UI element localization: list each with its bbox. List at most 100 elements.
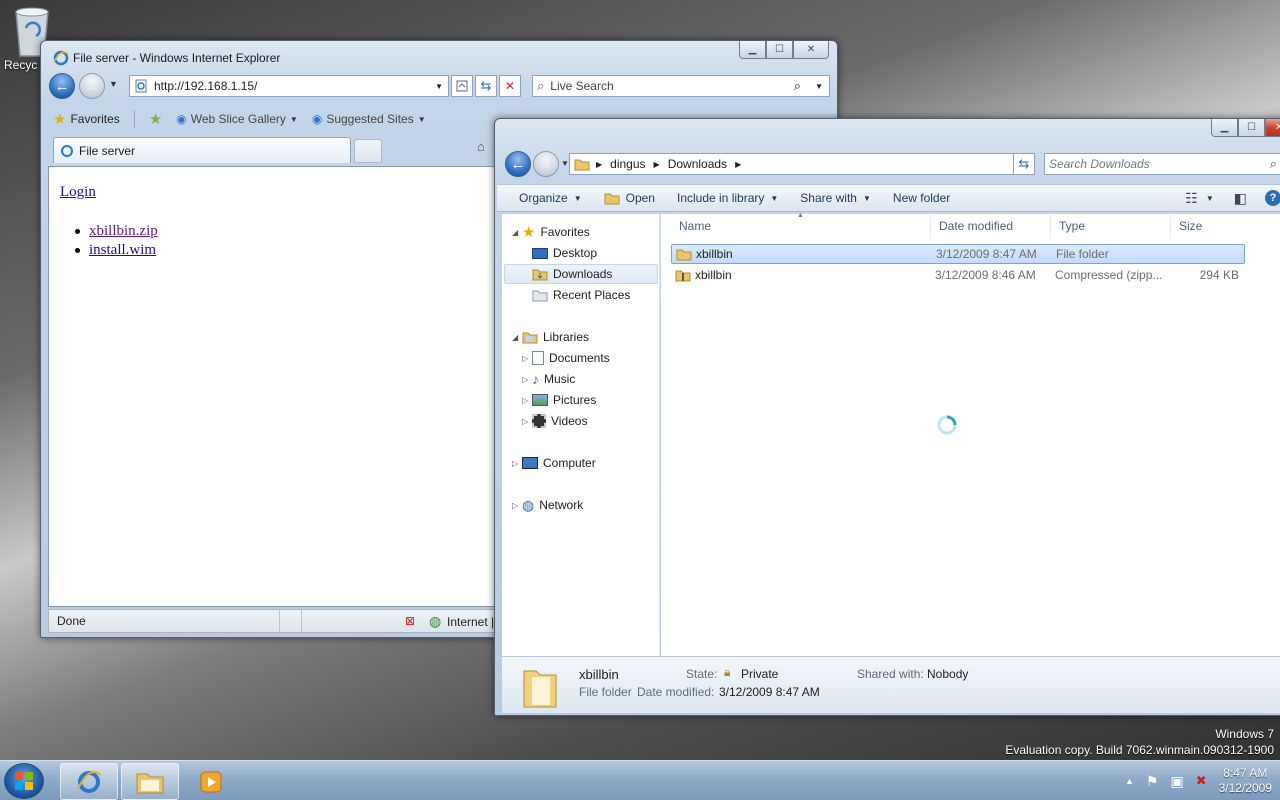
pictures-expand-icon[interactable]: ▷ bbox=[522, 396, 528, 405]
ie-maximize-button[interactable]: ☐ bbox=[766, 41, 793, 59]
music-expand-icon[interactable]: ▷ bbox=[522, 375, 528, 384]
explorer-minimize-button[interactable]: ▁ bbox=[1211, 119, 1238, 137]
media-player-icon bbox=[200, 771, 222, 792]
organize-button[interactable]: Organize ▼ bbox=[519, 191, 582, 205]
share-with-button[interactable]: Share with ▼ bbox=[800, 191, 871, 205]
explorer-maximize-button[interactable]: ☐ bbox=[1238, 119, 1265, 137]
xbillbin-zip-link[interactable]: xbillbin.zip bbox=[89, 223, 158, 240]
busy-cursor-icon bbox=[937, 415, 957, 435]
search-go-icon[interactable]: ⌕ bbox=[794, 78, 801, 94]
details-state-value: Private bbox=[741, 667, 779, 681]
ie-minimize-button[interactable]: ▁ bbox=[739, 41, 766, 59]
ie-recent-pages-chevron-icon[interactable]: ▼ bbox=[109, 79, 118, 89]
ie-tab-file-server[interactable]: File server bbox=[53, 137, 351, 163]
taskbar-media-player[interactable] bbox=[182, 763, 240, 800]
column-type-label: Type bbox=[1059, 219, 1086, 233]
documents-expand-icon[interactable]: ▷ bbox=[522, 354, 528, 363]
refresh-button[interactable]: ⇆ bbox=[475, 75, 497, 97]
details-date-label: Date modified: bbox=[637, 685, 715, 699]
nav-libraries[interactable]: Libraries bbox=[522, 327, 589, 347]
organize-dropdown-icon: ▼ bbox=[573, 193, 582, 203]
help-button[interactable]: ? bbox=[1265, 190, 1280, 206]
address-dropdown-icon[interactable]: ▼ bbox=[435, 82, 443, 91]
nav-pictures[interactable]: Pictures bbox=[532, 390, 596, 410]
recycle-bin-label: Recyc bbox=[4, 58, 38, 72]
suggested-sites-label: Suggested Sites bbox=[326, 112, 414, 126]
column-header-date-modified[interactable]: Date modified bbox=[931, 214, 1051, 238]
libraries-icon bbox=[522, 332, 538, 344]
preview-pane-button[interactable]: ◧ bbox=[1234, 190, 1247, 207]
search-provider-dropdown-icon[interactable]: ▼ bbox=[815, 82, 823, 91]
ie-search-input[interactable]: ⌕ Live Search ⌕ ▼ bbox=[532, 75, 830, 97]
nav-network[interactable]: ◍ Network bbox=[522, 495, 583, 515]
login-link[interactable]: Login bbox=[60, 184, 96, 201]
nav-downloads[interactable]: Downloads bbox=[504, 264, 658, 284]
new-folder-button[interactable]: New folder bbox=[893, 191, 950, 205]
explorer-back-button[interactable]: ← bbox=[505, 151, 531, 177]
network-icon: ◍ bbox=[522, 496, 535, 513]
show-hidden-icons-icon[interactable]: ▲ bbox=[1125, 776, 1134, 786]
ie-address-bar[interactable]: http://192.168.1.15/ ▼ bbox=[129, 75, 449, 97]
explorer-close-button[interactable]: ✕ bbox=[1265, 119, 1280, 137]
open-button[interactable]: Open bbox=[604, 191, 655, 205]
videos-expand-icon[interactable]: ▷ bbox=[522, 417, 528, 426]
nav-computer[interactable]: Computer bbox=[522, 453, 596, 473]
add-to-favorites-bar-button[interactable]: ★ bbox=[149, 110, 162, 128]
nav-downloads-label: Downloads bbox=[553, 267, 613, 281]
file-name: xbillbin bbox=[696, 247, 733, 261]
change-view-button[interactable]: ☷ ▼ bbox=[1185, 190, 1213, 207]
column-header-size[interactable]: Size bbox=[1171, 214, 1251, 238]
start-button[interactable] bbox=[4, 763, 44, 799]
nav-favorites[interactable]: ★ Favorites bbox=[522, 222, 590, 242]
nav-desktop[interactable]: Desktop bbox=[532, 243, 597, 263]
system-clock[interactable]: 8:47 AM 3/12/2009 bbox=[1219, 766, 1272, 796]
action-center-flag-icon[interactable]: ⚑ bbox=[1146, 773, 1159, 790]
home-icon[interactable]: ⌂ bbox=[477, 139, 485, 154]
clock-date: 3/12/2009 bbox=[1218, 781, 1272, 795]
taskbar-internet-explorer[interactable] bbox=[60, 763, 118, 800]
breadcrumb-downloads[interactable]: Downloads bbox=[668, 157, 727, 171]
favorites-button[interactable]: ★ Favorites bbox=[53, 110, 120, 128]
taskbar-windows-explorer[interactable] bbox=[121, 763, 179, 800]
network-expand-icon[interactable]: ▷ bbox=[512, 501, 518, 510]
explorer-refresh-button[interactable]: ⇆ bbox=[1013, 153, 1035, 175]
nav-music[interactable]: ♪ Music bbox=[532, 369, 575, 389]
web-slice-gallery-link[interactable]: ◉ Web Slice Gallery ▼ bbox=[176, 112, 298, 126]
explorer-forward-button[interactable]: → bbox=[533, 151, 559, 177]
popup-blocked-icon[interactable]: ⊠ bbox=[405, 614, 415, 628]
explorer-recent-locations-icon[interactable]: ▼ bbox=[561, 159, 569, 168]
nav-desktop-label: Desktop bbox=[553, 246, 598, 260]
favorites-expand-icon[interactable]: ◢ bbox=[512, 228, 518, 237]
nav-recent-places[interactable]: Recent Places bbox=[532, 285, 630, 305]
install-wim-link[interactable]: install.wim bbox=[89, 242, 156, 259]
stop-button[interactable]: ✕ bbox=[499, 75, 521, 97]
details-pane: xbillbin File folder State: 🔒︎ Private D… bbox=[502, 656, 1280, 713]
table-row[interactable]: xbillbin 3/12/2009 8:46 AM Compressed (z… bbox=[671, 265, 1245, 285]
help-icon: ? bbox=[1265, 190, 1280, 206]
network-status-icon[interactable]: ▣ bbox=[1170, 773, 1183, 790]
add-favorite-icon: ★ bbox=[148, 111, 163, 128]
file-type: File folder bbox=[1056, 247, 1109, 261]
internet-zone-globe-icon: ◍ bbox=[429, 613, 442, 629]
column-header-name[interactable]: Name ▲ bbox=[671, 212, 931, 238]
libraries-expand-icon[interactable]: ◢ bbox=[512, 333, 518, 342]
compatibility-view-button[interactable] bbox=[451, 75, 473, 97]
ie-back-button[interactable]: ← bbox=[49, 73, 75, 99]
column-header-type[interactable]: Type bbox=[1051, 214, 1171, 238]
include-library-label: Include in library bbox=[676, 191, 765, 205]
explorer-address-bar[interactable]: ▶ dingus ▶ Downloads ▶ ▼ bbox=[569, 153, 1035, 175]
table-row[interactable]: xbillbin 3/12/2009 8:47 AM File folder bbox=[671, 244, 1245, 264]
new-tab-button[interactable] bbox=[354, 139, 382, 163]
nav-videos[interactable]: Videos bbox=[532, 411, 587, 431]
explorer-search-input[interactable]: Search Downloads ⌕ bbox=[1044, 153, 1280, 175]
ie-close-button[interactable]: ✕ bbox=[793, 41, 829, 59]
recent-places-icon bbox=[532, 290, 548, 302]
include-in-library-button[interactable]: Include in library ▼ bbox=[677, 191, 778, 205]
suggested-sites-link[interactable]: ◉ Suggested Sites ▼ bbox=[312, 112, 426, 126]
volume-muted-icon[interactable]: ✖ bbox=[1196, 773, 1207, 789]
ie-forward-button[interactable]: → bbox=[79, 73, 105, 99]
nav-documents[interactable]: Documents bbox=[532, 348, 610, 368]
breadcrumb-dingus[interactable]: dingus bbox=[610, 157, 645, 171]
nav-network-label: Network bbox=[539, 498, 584, 512]
computer-expand-icon[interactable]: ▷ bbox=[512, 459, 518, 468]
